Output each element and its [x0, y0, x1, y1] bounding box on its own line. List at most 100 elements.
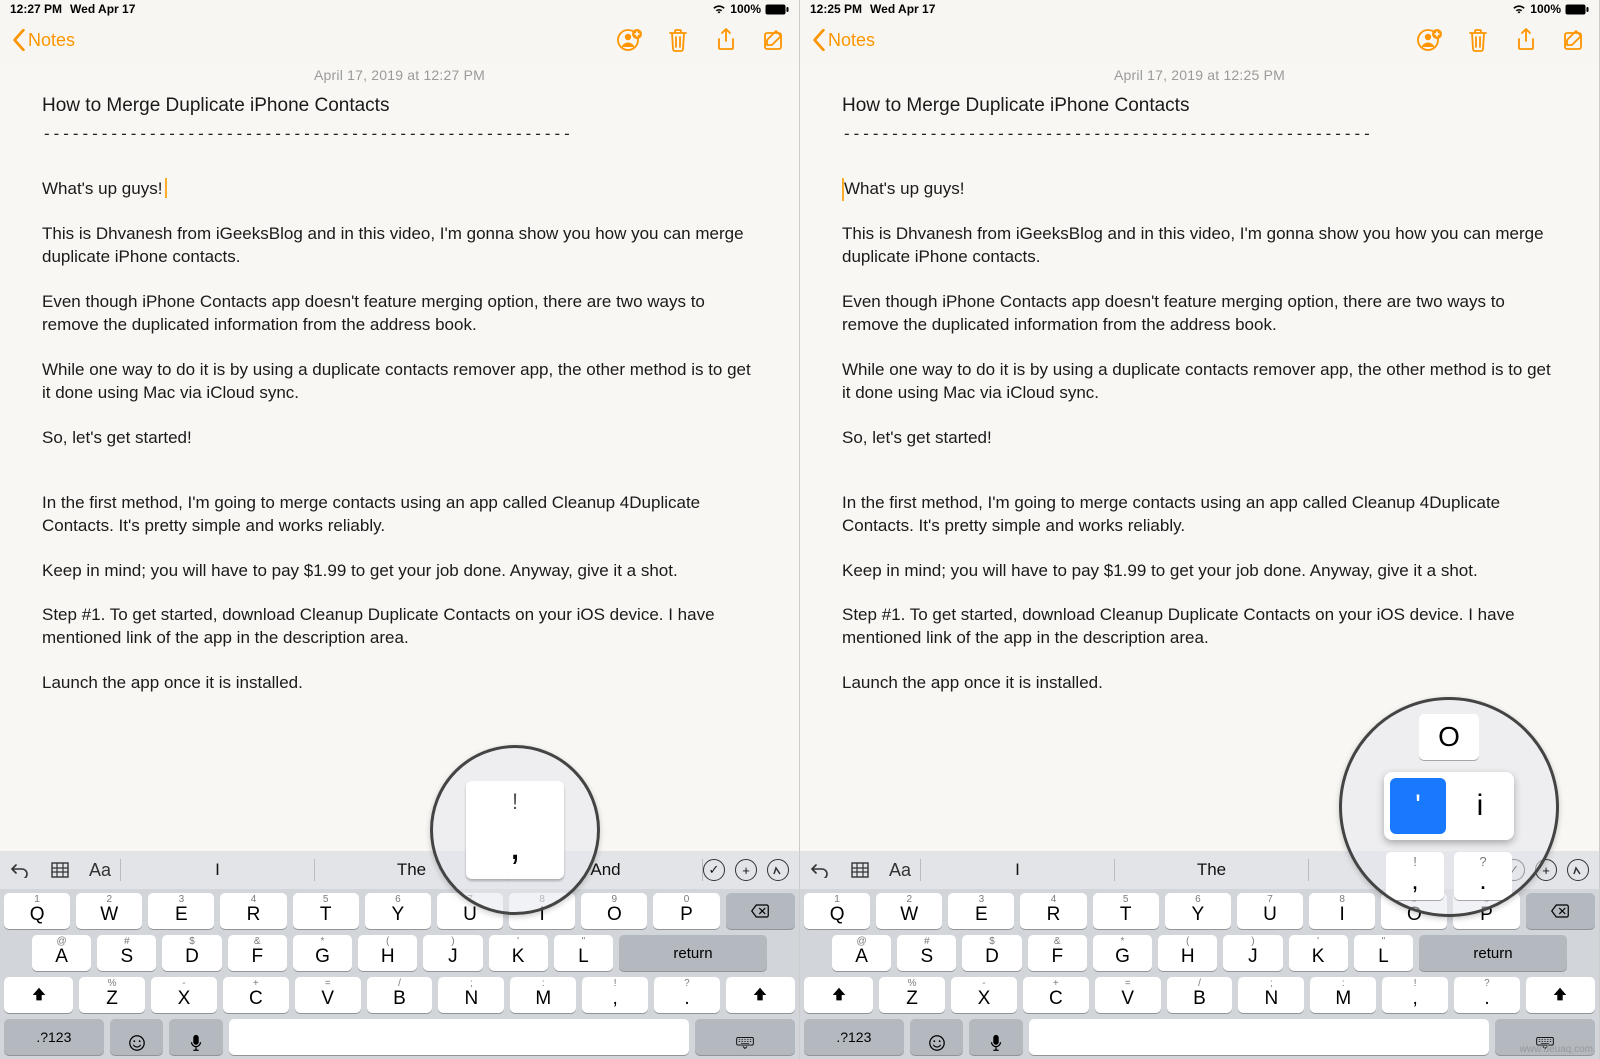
key-a[interactable]: @A: [32, 935, 91, 971]
key-m[interactable]: :M: [1310, 977, 1376, 1013]
trash-icon[interactable]: [1465, 27, 1491, 53]
suggestion-1[interactable]: I: [921, 860, 1114, 880]
key-s[interactable]: #S: [897, 935, 956, 971]
share-icon[interactable]: [1513, 27, 1539, 53]
key-h[interactable]: (H: [358, 935, 417, 971]
key-u[interactable]: 7U: [437, 893, 503, 929]
key-r[interactable]: 4R: [1020, 893, 1086, 929]
return-key[interactable]: return: [619, 935, 767, 971]
key-n[interactable]: ;N: [438, 977, 504, 1013]
key-j[interactable]: )J: [1223, 935, 1282, 971]
dictation-key[interactable]: [169, 1019, 223, 1055]
suggestion-3[interactable]: And: [509, 860, 702, 880]
key-d[interactable]: $D: [162, 935, 221, 971]
key-e[interactable]: 3E: [948, 893, 1014, 929]
back-button[interactable]: Notes: [12, 29, 75, 51]
key-g[interactable]: *G: [293, 935, 352, 971]
add-person-icon[interactable]: [1417, 27, 1443, 53]
key-s[interactable]: #S: [97, 935, 156, 971]
format-aa[interactable]: Aa: [80, 860, 120, 881]
key-x[interactable]: -X: [151, 977, 217, 1013]
key-p[interactable]: 0P: [1453, 893, 1519, 929]
key-m[interactable]: :M: [510, 977, 576, 1013]
key-comma[interactable]: !,: [582, 977, 648, 1013]
suggestion-1[interactable]: I: [121, 860, 314, 880]
backspace-key[interactable]: [726, 893, 795, 929]
hide-keyboard-key[interactable]: [695, 1019, 795, 1055]
key-c[interactable]: +C: [1023, 977, 1089, 1013]
key-o[interactable]: 9O: [581, 893, 647, 929]
key-v[interactable]: =V: [1095, 977, 1161, 1013]
markup-icon[interactable]: [767, 859, 789, 881]
mode-key[interactable]: .?123: [804, 1019, 904, 1055]
table-icon[interactable]: [40, 862, 80, 878]
key-e[interactable]: 3E: [148, 893, 214, 929]
key-t[interactable]: 5T: [293, 893, 359, 929]
key-c[interactable]: +C: [223, 977, 289, 1013]
emoji-key[interactable]: [110, 1019, 164, 1055]
note-body[interactable]: April 17, 2019 at 12:27 PM How to Merge …: [0, 62, 799, 851]
add-person-icon[interactable]: [617, 27, 643, 53]
key-u[interactable]: 7U: [1237, 893, 1303, 929]
key-i[interactable]: 8I: [509, 893, 575, 929]
undo-icon[interactable]: [800, 862, 840, 878]
key-p[interactable]: 0P: [653, 893, 719, 929]
key-period[interactable]: ?.: [654, 977, 720, 1013]
backspace-key[interactable]: [1526, 893, 1595, 929]
checklist-icon[interactable]: ✓: [1503, 859, 1525, 881]
shift-key[interactable]: [726, 977, 795, 1013]
key-k[interactable]: 'K: [1289, 935, 1348, 971]
key-f[interactable]: &F: [1028, 935, 1087, 971]
suggestion-3[interactable]: And: [1309, 860, 1502, 880]
key-n[interactable]: ;N: [1238, 977, 1304, 1013]
table-icon[interactable]: [840, 862, 880, 878]
key-t[interactable]: 5T: [1093, 893, 1159, 929]
undo-icon[interactable]: [0, 862, 40, 878]
key-f[interactable]: &F: [228, 935, 287, 971]
back-button[interactable]: Notes: [812, 29, 875, 51]
suggestion-2[interactable]: The: [315, 860, 508, 880]
key-d[interactable]: $D: [962, 935, 1021, 971]
key-q[interactable]: 1Q: [4, 893, 70, 929]
key-h[interactable]: (H: [1158, 935, 1217, 971]
key-l[interactable]: "L: [1354, 935, 1413, 971]
markup-icon[interactable]: [1567, 859, 1589, 881]
trash-icon[interactable]: [665, 27, 691, 53]
emoji-key[interactable]: [910, 1019, 964, 1055]
add-attachment-icon[interactable]: +: [1535, 859, 1557, 881]
dictation-key[interactable]: [969, 1019, 1023, 1055]
space-key[interactable]: [229, 1019, 689, 1055]
key-k[interactable]: 'K: [489, 935, 548, 971]
key-x[interactable]: -X: [951, 977, 1017, 1013]
key-i[interactable]: 8I: [1309, 893, 1375, 929]
mode-key[interactable]: .?123: [4, 1019, 104, 1055]
key-o[interactable]: 9O: [1381, 893, 1447, 929]
key-w[interactable]: 2W: [76, 893, 142, 929]
share-icon[interactable]: [713, 27, 739, 53]
key-y[interactable]: 6Y: [365, 893, 431, 929]
note-body[interactable]: April 17, 2019 at 12:25 PM How to Merge …: [800, 62, 1599, 851]
key-w[interactable]: 2W: [876, 893, 942, 929]
key-j[interactable]: )J: [423, 935, 482, 971]
key-z[interactable]: %Z: [79, 977, 145, 1013]
key-b[interactable]: /B: [367, 977, 433, 1013]
key-q[interactable]: 1Q: [804, 893, 870, 929]
space-key[interactable]: [1029, 1019, 1489, 1055]
shift-key[interactable]: [1526, 977, 1595, 1013]
key-v[interactable]: =V: [295, 977, 361, 1013]
compose-icon[interactable]: [1561, 27, 1587, 53]
compose-icon[interactable]: [761, 27, 787, 53]
return-key[interactable]: return: [1419, 935, 1567, 971]
checklist-icon[interactable]: ✓: [703, 859, 725, 881]
key-b[interactable]: /B: [1167, 977, 1233, 1013]
key-y[interactable]: 6Y: [1165, 893, 1231, 929]
suggestion-2[interactable]: The: [1115, 860, 1308, 880]
shift-key[interactable]: [804, 977, 873, 1013]
key-g[interactable]: *G: [1093, 935, 1152, 971]
key-l[interactable]: "L: [554, 935, 613, 971]
add-attachment-icon[interactable]: +: [735, 859, 757, 881]
key-period[interactable]: ?.: [1454, 977, 1520, 1013]
key-a[interactable]: @A: [832, 935, 891, 971]
key-r[interactable]: 4R: [220, 893, 286, 929]
key-comma[interactable]: !,: [1382, 977, 1448, 1013]
